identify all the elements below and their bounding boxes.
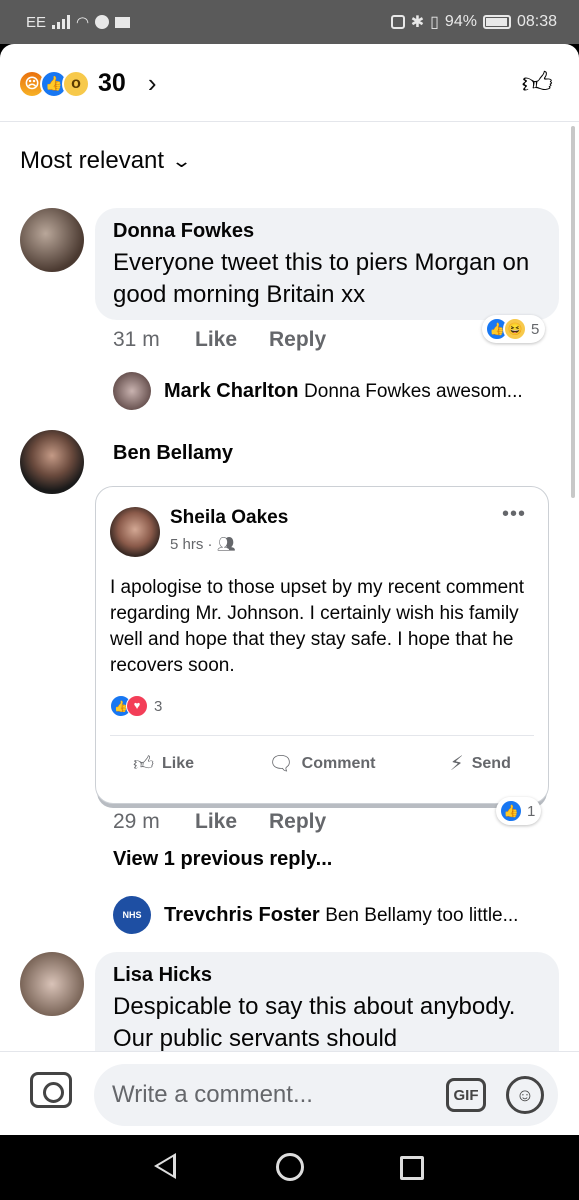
comment-reaction-count: 1 xyxy=(527,802,536,820)
nfc-icon xyxy=(390,15,405,29)
scrollbar[interactable] xyxy=(571,126,575,498)
avatar-lisa-hicks[interactable] xyxy=(20,952,84,1016)
mail-icon xyxy=(115,16,131,28)
reply-author: Trevchris Foster xyxy=(164,904,320,926)
avatar-donna-fowkes[interactable] xyxy=(20,208,84,272)
friends-icon: 👥︎ xyxy=(216,536,236,553)
messenger-icon: ⚡︎ xyxy=(449,753,464,775)
avatar-mark-charlton[interactable] xyxy=(113,372,151,410)
battery-percent: 94% xyxy=(444,13,477,30)
reply-button[interactable]: Reply xyxy=(269,328,326,352)
post-like-label: Like xyxy=(162,754,195,772)
reactions-summary[interactable]: ☹ 👍 o 30 › xyxy=(18,68,156,99)
comment-reactions[interactable]: 👍 😆 5 xyxy=(482,315,546,343)
shared-post-card[interactable]: Sheila Oakes 5 hrs · 👥︎ ••• I apologise … xyxy=(95,486,549,804)
post-send-button[interactable]: ⚡︎ Send xyxy=(450,751,511,776)
post-like-button[interactable]: 👍︎ Like xyxy=(133,751,194,776)
system-nav-bar xyxy=(0,1135,579,1200)
like-button[interactable]: Like xyxy=(195,810,269,834)
messenger-status-icon xyxy=(95,15,110,29)
comment-time: 29 m xyxy=(113,810,160,833)
comment-reaction-count: 5 xyxy=(531,320,540,338)
comment-reactions[interactable]: 👍 1 xyxy=(496,797,542,825)
home-icon[interactable] xyxy=(276,1153,304,1181)
reply-text: Ben Bellamy too little... xyxy=(325,905,519,926)
comment-bubble[interactable]: Donna Fowkes Everyone tweet this to pier… xyxy=(95,208,559,320)
view-previous-replies[interactable]: View 1 previous reply... xyxy=(113,848,332,871)
reaction-count: 30 xyxy=(98,69,126,97)
comment-author[interactable]: Donna Fowkes xyxy=(113,220,541,243)
chevron-right-icon: › xyxy=(147,68,157,98)
comment-text: Everyone tweet this to piers Morgan on g… xyxy=(113,249,530,308)
comment-author[interactable]: Lisa Hicks xyxy=(113,964,541,987)
reply-button[interactable]: Reply xyxy=(269,810,326,834)
reply-author: Mark Charlton xyxy=(164,380,299,402)
avatar-ben-bellamy[interactable] xyxy=(20,430,84,494)
back-icon[interactable] xyxy=(154,1153,176,1179)
post-actions: 👍︎ Like 🗨︎ Comment ⚡︎ Send xyxy=(96,751,548,776)
wow-reaction-icon: o xyxy=(62,69,90,98)
comment-author[interactable]: Ben Bellamy xyxy=(113,442,233,465)
reply-preview[interactable]: Mark Charlton Donna Fowkes awesom... xyxy=(164,380,564,403)
clock: 08:38 xyxy=(516,13,557,30)
post-comment-label: Comment xyxy=(301,754,376,772)
comment-composer: GIF ☺ xyxy=(0,1051,579,1135)
comment-input[interactable] xyxy=(112,1078,432,1112)
battery-icon xyxy=(482,15,511,29)
post-text: I apologise to those upset by my recent … xyxy=(110,577,524,676)
carrier-label: EE xyxy=(26,13,47,31)
status-left: EE ◠ xyxy=(26,13,131,31)
gif-button[interactable]: GIF xyxy=(446,1078,486,1112)
camera-icon[interactable] xyxy=(30,1072,72,1108)
vibrate-icon: ▯ xyxy=(430,14,439,31)
post-time: 5 hrs · xyxy=(170,536,213,553)
divider xyxy=(110,735,534,736)
comment-text: Despicable to say this about anybody. Ou… xyxy=(113,993,516,1052)
more-options-icon[interactable]: ••• xyxy=(502,503,526,526)
sort-dropdown[interactable]: Most relevant ⌄ xyxy=(20,147,193,175)
thumbs-up-icon: 👍︎ xyxy=(133,752,155,775)
wifi-icon: ◠ xyxy=(76,14,90,31)
post-reaction-count: 3 xyxy=(154,697,163,715)
love-reaction-icon: ♥ xyxy=(126,695,148,717)
bluetooth-icon: ✱ xyxy=(410,14,425,31)
post-author: Sheila Oakes xyxy=(170,507,289,528)
speech-bubble-icon: 🗨︎ xyxy=(268,753,294,775)
reply-text: Donna Fowkes awesom... xyxy=(304,381,523,402)
post-comment-button[interactable]: 🗨︎ Comment xyxy=(268,751,375,776)
like-button[interactable]: Like xyxy=(195,328,269,352)
post-send-label: Send xyxy=(471,754,511,772)
sort-label: Most relevant xyxy=(20,147,165,174)
comment-actions: 31 m Like Reply xyxy=(113,328,326,352)
smiley-icon[interactable]: ☺ xyxy=(506,1076,544,1114)
like-reaction-icon: 👍 xyxy=(499,799,523,823)
avatar-trevchris-foster[interactable]: NHS xyxy=(113,896,151,934)
status-bar: EE ◠ ✱ ▯ 94% 08:38 xyxy=(0,0,579,44)
haha-reaction-icon: 😆 xyxy=(503,317,527,341)
chevron-down-icon: ⌄ xyxy=(171,150,193,171)
comment-input-container: GIF ☺ xyxy=(94,1064,558,1126)
avatar-sheila-oakes xyxy=(110,507,160,557)
comment-time: 31 m xyxy=(113,328,160,351)
post-meta: 5 hrs · 👥︎ xyxy=(170,535,236,553)
thumbs-up-icon[interactable]: 👍︎ xyxy=(522,66,553,102)
reply-preview[interactable]: Trevchris Foster Ben Bellamy too little.… xyxy=(164,904,564,927)
reactions-header: ☹ 👍 o 30 › 👍︎ xyxy=(0,44,579,122)
signal-icon xyxy=(52,15,71,29)
recent-apps-icon[interactable] xyxy=(400,1156,424,1180)
comments-sheet: ☹ 👍 o 30 › 👍︎ Most relevant ⌄ Donna Fowk… xyxy=(0,44,579,1135)
post-reactions: 👍 ♥ 3 xyxy=(110,695,162,717)
comment-actions: 29 m Like Reply xyxy=(113,810,326,834)
status-right: ✱ ▯ 94% 08:38 xyxy=(390,12,557,32)
